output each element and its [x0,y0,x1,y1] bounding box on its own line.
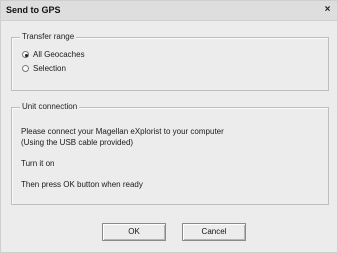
transfer-range-group: Transfer range All Geocaches Selection [11,32,329,91]
close-icon[interactable]: × [322,4,333,15]
radio-selected-dot [24,53,28,57]
unit-connection-group: Unit connection Please connect your Mage… [11,102,329,205]
send-to-gps-dialog: Send to GPS × Transfer range All Geocach… [0,0,338,253]
instruction-line-2: (Using the USB cable provided) [21,138,134,147]
transfer-range-legend: Transfer range [20,32,77,41]
unit-connection-legend: Unit connection [20,102,80,111]
title-bar[interactable]: Send to GPS × [1,1,337,21]
radio-selection[interactable]: Selection [22,63,66,74]
instruction-line-1: Please connect your Magellan eXplorist t… [21,127,224,136]
ok-button[interactable]: OK [102,223,166,241]
radio-all-geocaches[interactable]: All Geocaches [22,49,85,60]
radio-label-all-geocaches: All Geocaches [33,50,85,59]
dialog-title: Send to GPS [6,5,61,15]
radio-label-selection: Selection [33,64,66,73]
cancel-button[interactable]: Cancel [182,223,246,241]
radio-button-all-geocaches[interactable] [22,51,29,58]
instruction-line-3: Turn it on [21,159,55,168]
radio-button-selection[interactable] [22,65,29,72]
instruction-line-4: Then press OK button when ready [21,180,143,189]
